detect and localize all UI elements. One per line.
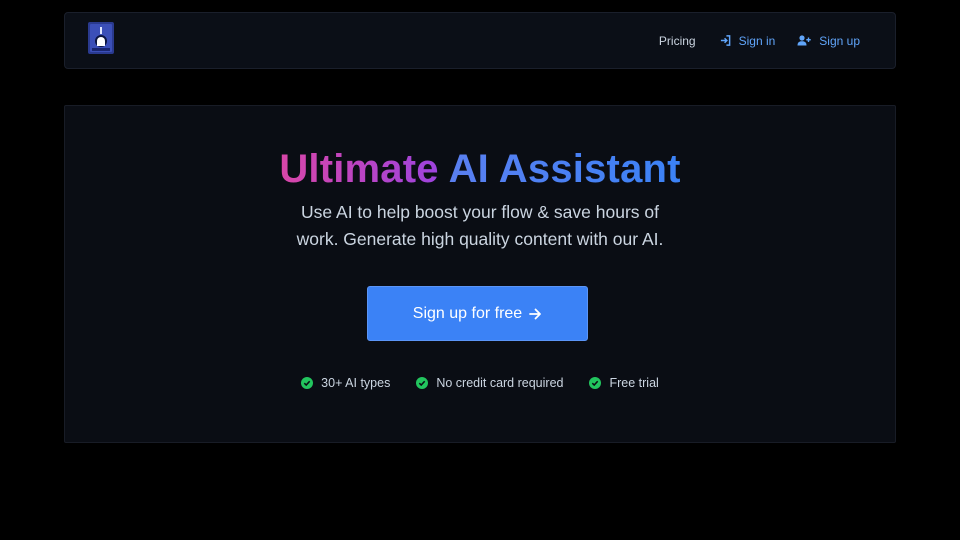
nav-links: Pricing Sign in Sign up xyxy=(659,13,860,68)
feature-label: No credit card required xyxy=(436,376,564,390)
signup-free-button[interactable]: Sign up for free xyxy=(367,286,588,341)
check-circle-icon xyxy=(589,377,602,389)
nav-signin-link[interactable]: Sign in xyxy=(720,33,776,48)
sign-in-icon xyxy=(720,35,730,46)
hero-subtitle-line1: Use AI to help boost your flow & save ho… xyxy=(301,202,659,222)
logo-icon[interactable] xyxy=(88,22,114,54)
top-navbar: Pricing Sign in Sign up xyxy=(64,12,896,69)
feature-list: 30+ AI types No credit card required Fre… xyxy=(65,376,895,390)
feature-item: 30+ AI types xyxy=(301,376,390,390)
feature-label: Free trial xyxy=(609,376,659,390)
hero-title: Ultimate AI Assistant xyxy=(65,146,895,192)
nav-pricing-label: Pricing xyxy=(658,33,696,48)
user-plus-icon xyxy=(797,35,811,46)
feature-item: No credit card required xyxy=(416,376,563,390)
nav-signin-label: Sign in xyxy=(738,33,776,48)
hero-section: Ultimate AI Assistant Use AI to help boo… xyxy=(64,105,896,443)
hero-title-part1: Ultimate xyxy=(279,147,439,191)
signup-free-label: Sign up for free xyxy=(412,304,523,322)
hero-subtitle: Use AI to help boost your flow & save ho… xyxy=(65,199,895,253)
feature-item: Free trial xyxy=(589,376,659,390)
nav-signup-link[interactable]: Sign up xyxy=(797,34,860,48)
hero-title-part2: AI Assistant xyxy=(448,147,681,191)
feature-label: 30+ AI types xyxy=(321,376,391,390)
check-circle-icon xyxy=(416,377,429,389)
check-circle-icon xyxy=(301,377,314,389)
nav-signup-label: Sign up xyxy=(819,33,860,48)
arrow-right-icon xyxy=(529,308,542,319)
hero-subtitle-line2: work. Generate high quality content with… xyxy=(296,229,664,249)
nav-pricing-link[interactable]: Pricing xyxy=(659,34,696,48)
